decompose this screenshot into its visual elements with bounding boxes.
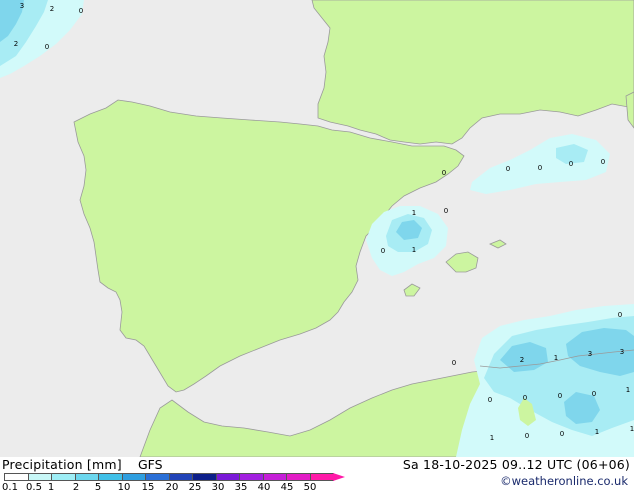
precip-value-label: 1 bbox=[412, 209, 416, 217]
scale-segment bbox=[309, 473, 334, 481]
scale-tick-label: 2 bbox=[72, 482, 80, 493]
precip-value-label: 0 bbox=[523, 394, 527, 402]
scale-segment bbox=[145, 473, 170, 481]
scale-tick-label: 10 bbox=[117, 482, 131, 493]
precip-value-label: 0 bbox=[560, 430, 564, 438]
precip-value-label: 1 bbox=[595, 428, 599, 436]
precip-value-label: 0 bbox=[601, 158, 605, 166]
scale-segment bbox=[239, 473, 264, 481]
scale-tick-label: 25 bbox=[188, 482, 202, 493]
scale-tick-label: 50 bbox=[303, 482, 317, 493]
legend-model: GFS bbox=[138, 457, 163, 472]
scale-tick-label: 15 bbox=[141, 482, 155, 493]
scale-segment bbox=[192, 473, 217, 481]
scale-segment bbox=[168, 473, 193, 481]
scale-segment bbox=[286, 473, 311, 481]
scale-tick-label: 35 bbox=[234, 482, 248, 493]
scale-segment bbox=[121, 473, 146, 481]
precipitation-map: 3 2 0 2 0 1 0 0 1 0 0 0 0 0 0 0 2 1 3 3 0 0 0 0 1 1 0 0 1 1 bbox=[0, 0, 634, 457]
precip-value-label: 0 bbox=[538, 164, 542, 172]
precip-value-label: 3 bbox=[20, 2, 24, 10]
scale-tick-label: 40 bbox=[257, 482, 271, 493]
precip-value-label: 1 bbox=[626, 386, 630, 394]
precip-value-label: 0 bbox=[558, 392, 562, 400]
scale-segment bbox=[27, 473, 52, 481]
legend-title: Precipitation [mm] bbox=[2, 457, 122, 472]
precip-value-label: 2 bbox=[520, 356, 524, 364]
credit-link[interactable]: ©weatheronline.co.uk bbox=[500, 474, 628, 488]
precip-value-label: 0 bbox=[452, 359, 456, 367]
weather-map-view: 320201001000000021330000110011 Precipita… bbox=[0, 0, 634, 493]
legend-bar: Precipitation [mm] GFS Sa 18-10-2025 09.… bbox=[0, 457, 634, 493]
precip-value-label: 3 bbox=[588, 350, 592, 358]
scale-arrow bbox=[333, 473, 345, 481]
scale-tick-label: 1 bbox=[47, 482, 55, 493]
scale-tick-label: 30 bbox=[211, 482, 225, 493]
scale-tick-label: 20 bbox=[165, 482, 179, 493]
precip-value-label: 0 bbox=[381, 247, 385, 255]
legend-datetime: Sa 18-10-2025 09..12 UTC (06+06) bbox=[402, 457, 630, 472]
scale-segment bbox=[4, 473, 29, 481]
scale-segment bbox=[98, 473, 123, 481]
scale-tick-label: 0.5 bbox=[26, 482, 42, 493]
precip-value-label: 2 bbox=[50, 5, 54, 13]
scale-segment bbox=[51, 473, 76, 481]
precip-value-label: 2 bbox=[14, 40, 18, 48]
precip-value-label: 0 bbox=[525, 432, 529, 440]
scale-segment bbox=[74, 473, 99, 481]
precip-value-label: 1 bbox=[412, 246, 416, 254]
precip-value-label: 0 bbox=[569, 160, 573, 168]
precip-value-label: 0 bbox=[506, 165, 510, 173]
precip-value-label: 0 bbox=[442, 169, 446, 177]
precip-value-label: 0 bbox=[45, 43, 49, 51]
precip-value-label: 0 bbox=[592, 390, 596, 398]
scale-segment bbox=[215, 473, 240, 481]
scale-tick-label: 5 bbox=[94, 482, 102, 493]
precip-value-label: 0 bbox=[488, 396, 492, 404]
scale-segment bbox=[262, 473, 287, 481]
precip-value-label: 3 bbox=[620, 348, 624, 356]
scale-tick-label: 0.1 bbox=[2, 482, 18, 493]
scale-tick-label: 45 bbox=[280, 482, 294, 493]
precip-value-label: 1 bbox=[630, 425, 634, 433]
precip-value-label: 1 bbox=[490, 434, 494, 442]
precip-value-label: 0 bbox=[444, 207, 448, 215]
precip-value-label: 1 bbox=[554, 354, 558, 362]
precip-value-label: 0 bbox=[79, 7, 83, 15]
precip-value-label: 0 bbox=[618, 311, 622, 319]
